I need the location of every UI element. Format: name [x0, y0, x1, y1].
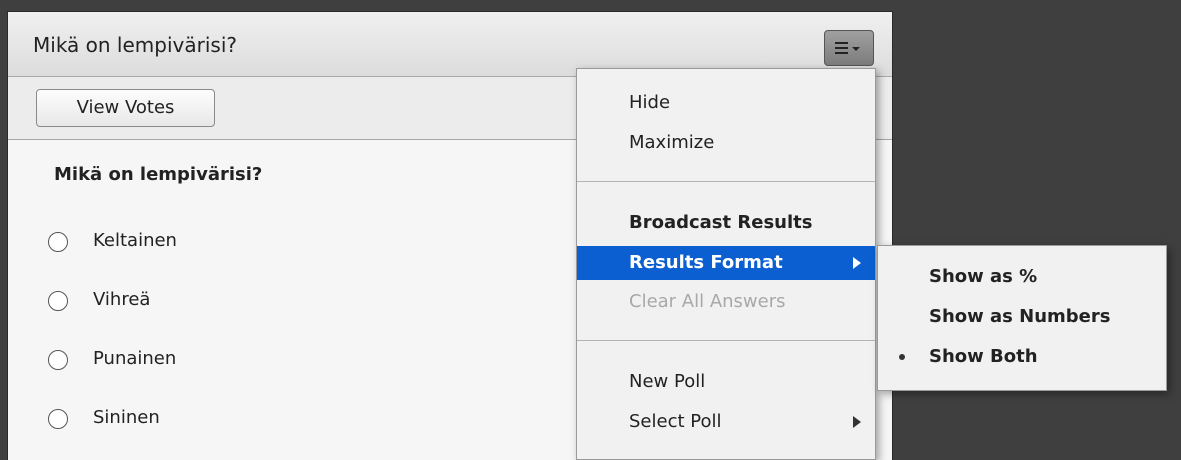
answer-option-label: Sininen — [93, 407, 160, 428]
view-votes-button[interactable]: View Votes — [36, 89, 215, 127]
menu-item-label: Hide — [629, 92, 671, 113]
menu-item-broadcast-results[interactable]: Broadcast Results — [577, 206, 875, 240]
submenu-arrow-icon — [853, 257, 861, 269]
menu-item-clear-all-answers: Clear All Answers — [577, 285, 875, 319]
menu-separator — [577, 340, 875, 341]
menu-item-label: Clear All Answers — [629, 291, 786, 312]
poll-question: Mikä on lempivärisi? — [54, 164, 263, 185]
menu-item-hide[interactable]: Hide — [577, 86, 875, 120]
menu-item-new-poll[interactable]: New Poll — [577, 365, 875, 399]
radio-button[interactable] — [48, 291, 68, 311]
menu-item-label: Broadcast Results — [629, 212, 813, 233]
submenu-arrow-icon — [853, 416, 861, 428]
menu-item-label: Select Poll — [629, 411, 722, 432]
submenu-item-show-numbers[interactable]: Show as Numbers — [878, 300, 1166, 334]
menu-item-label: Results Format — [629, 252, 783, 273]
menu-item-results-format[interactable]: Results Format — [577, 246, 875, 280]
pod-options-menu: Hide Maximize Broadcast Results Results … — [576, 68, 876, 460]
answer-option-label: Keltainen — [93, 230, 177, 251]
pod-title: Mikä on lempivärisi? — [33, 33, 237, 57]
answer-option-label: Vihreä — [93, 289, 151, 310]
radio-button[interactable] — [48, 232, 68, 252]
submenu-item-show-both[interactable]: Show Both — [878, 340, 1166, 374]
results-format-submenu: Show as % Show as Numbers Show Both — [877, 245, 1167, 391]
hamburger-menu-icon — [835, 42, 860, 54]
menu-item-label: Maximize — [629, 132, 715, 153]
submenu-item-label: Show Both — [929, 346, 1038, 367]
menu-separator — [577, 181, 875, 182]
submenu-item-label: Show as % — [929, 266, 1038, 287]
selected-bullet-icon — [899, 354, 905, 360]
answer-option-label: Punainen — [93, 348, 177, 369]
submenu-item-label: Show as Numbers — [929, 306, 1111, 327]
menu-item-select-poll[interactable]: Select Poll — [577, 405, 875, 439]
menu-item-label: New Poll — [629, 371, 706, 392]
radio-button[interactable] — [48, 409, 68, 429]
radio-button[interactable] — [48, 350, 68, 370]
submenu-item-show-percent[interactable]: Show as % — [878, 260, 1166, 294]
pod-options-button[interactable] — [824, 30, 874, 66]
menu-item-maximize[interactable]: Maximize — [577, 126, 875, 160]
